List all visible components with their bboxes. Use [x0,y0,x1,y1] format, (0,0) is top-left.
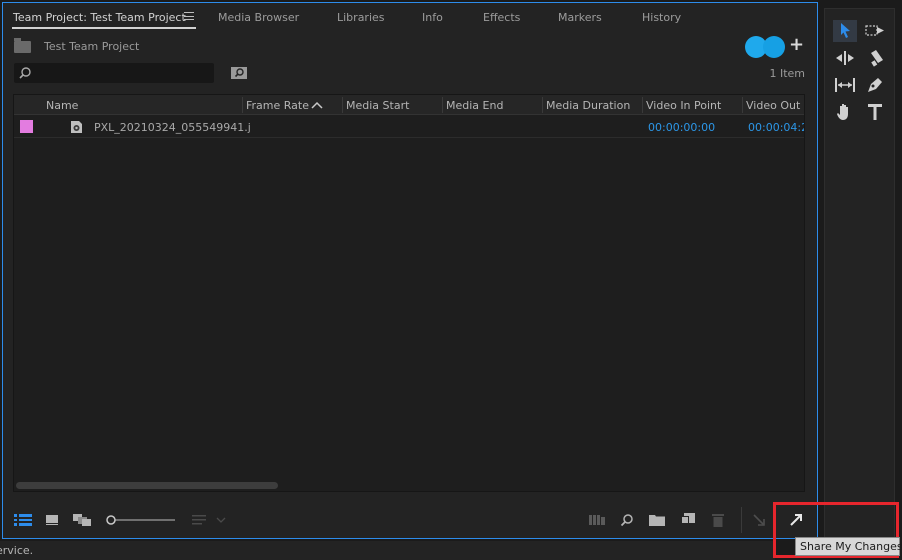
item-count: 1 Item [769,67,805,80]
freeform-view-icon[interactable] [73,514,91,526]
trash-icon[interactable] [712,513,724,527]
tools-panel [824,8,895,539]
horizontal-scrollbar[interactable] [16,482,278,489]
tab-libraries[interactable]: Libraries [337,11,385,24]
column-header-media-end[interactable]: Media End [446,99,503,112]
hand-tool-button[interactable] [833,101,857,123]
chevron-down-icon[interactable] [216,517,226,523]
tab-info[interactable]: Info [422,11,443,24]
ripple-edit-tool-button[interactable] [833,47,857,69]
automate-to-sequence-icon[interactable] [589,515,605,525]
project-panel: Team Project: Test Team Project Media Br… [2,2,818,539]
toolbar-divider [741,507,742,533]
image-clip-icon [71,121,82,133]
slip-tool-button[interactable] [833,74,857,96]
project-name: Test Team Project [44,40,140,53]
active-tab-indicator [12,27,196,29]
type-icon [868,104,882,120]
cell-video-in-point[interactable]: 00:00:00:00 [648,121,715,134]
column-header-name[interactable]: Name [46,99,78,112]
razor-icon [871,50,883,67]
type-tool-button[interactable] [863,101,887,123]
tab-history[interactable]: History [642,11,681,24]
tab-markers[interactable]: Markers [558,11,602,24]
sort-icons-icon[interactable] [192,514,206,526]
cell-video-out-point[interactable]: 00:00:04:24 [748,121,804,134]
new-item-icon[interactable] [681,513,695,526]
panel-menu-icon[interactable] [184,12,194,20]
add-collaborator-icon[interactable]: + [789,36,804,54]
zoom-slider[interactable] [105,514,175,526]
search-input[interactable] [14,63,214,83]
find-icon[interactable] [620,513,634,527]
status-bar: ervice. [0,541,775,560]
ripple-edit-icon [836,51,854,65]
column-header-row: Name Frame Rate Media Start Media End Me… [14,95,804,115]
share-my-changes-button[interactable] [784,508,808,532]
column-header-media-duration[interactable]: Media Duration [546,99,630,112]
track-select-forward-tool-button[interactable] [863,20,887,42]
panel-tab-bar: Team Project: Test Team Project Media Br… [3,3,817,31]
pen-icon [868,78,882,92]
new-bin-icon[interactable] [649,514,665,526]
find-in-bin-icon[interactable] [231,66,247,80]
project-list-view: Name Frame Rate Media Start Media End Me… [13,94,805,492]
project-folder-icon [14,38,31,53]
sort-ascending-icon[interactable] [311,101,323,109]
column-header-frame-rate[interactable]: Frame Rate [246,99,309,112]
column-header-media-start[interactable]: Media Start [346,99,409,112]
status-text: ervice. [0,544,34,557]
collaborators-icon[interactable] [745,36,785,58]
clip-name[interactable]: PXL_20210324_055549941.j [94,121,251,134]
table-row[interactable]: PXL_20210324_055549941.j 00:00:00:00 00:… [14,116,804,138]
column-header-video-in-point[interactable]: Video In Point [646,99,721,112]
tab-media-browser[interactable]: Media Browser [218,11,299,24]
track-select-forward-icon [865,25,884,36]
tab-effects[interactable]: Effects [483,11,520,24]
project-bottom-toolbar [3,503,817,537]
tooltip: Share My Changes [795,537,902,556]
selection-arrow-icon [841,23,850,38]
hand-icon [837,104,848,120]
search-icon [19,67,31,79]
column-header-video-out-point[interactable]: Video Out P [746,99,804,112]
tab-team-project[interactable]: Team Project: Test Team Project [13,11,186,24]
list-view-icon[interactable] [14,514,32,526]
icon-view-icon[interactable] [46,515,58,525]
slip-icon [835,78,855,92]
label-color-swatch[interactable] [20,120,33,133]
razor-tool-button[interactable] [863,47,887,69]
selection-tool-button[interactable] [833,20,857,42]
pen-tool-button[interactable] [863,74,887,96]
get-latest-changes-icon[interactable] [753,514,765,526]
